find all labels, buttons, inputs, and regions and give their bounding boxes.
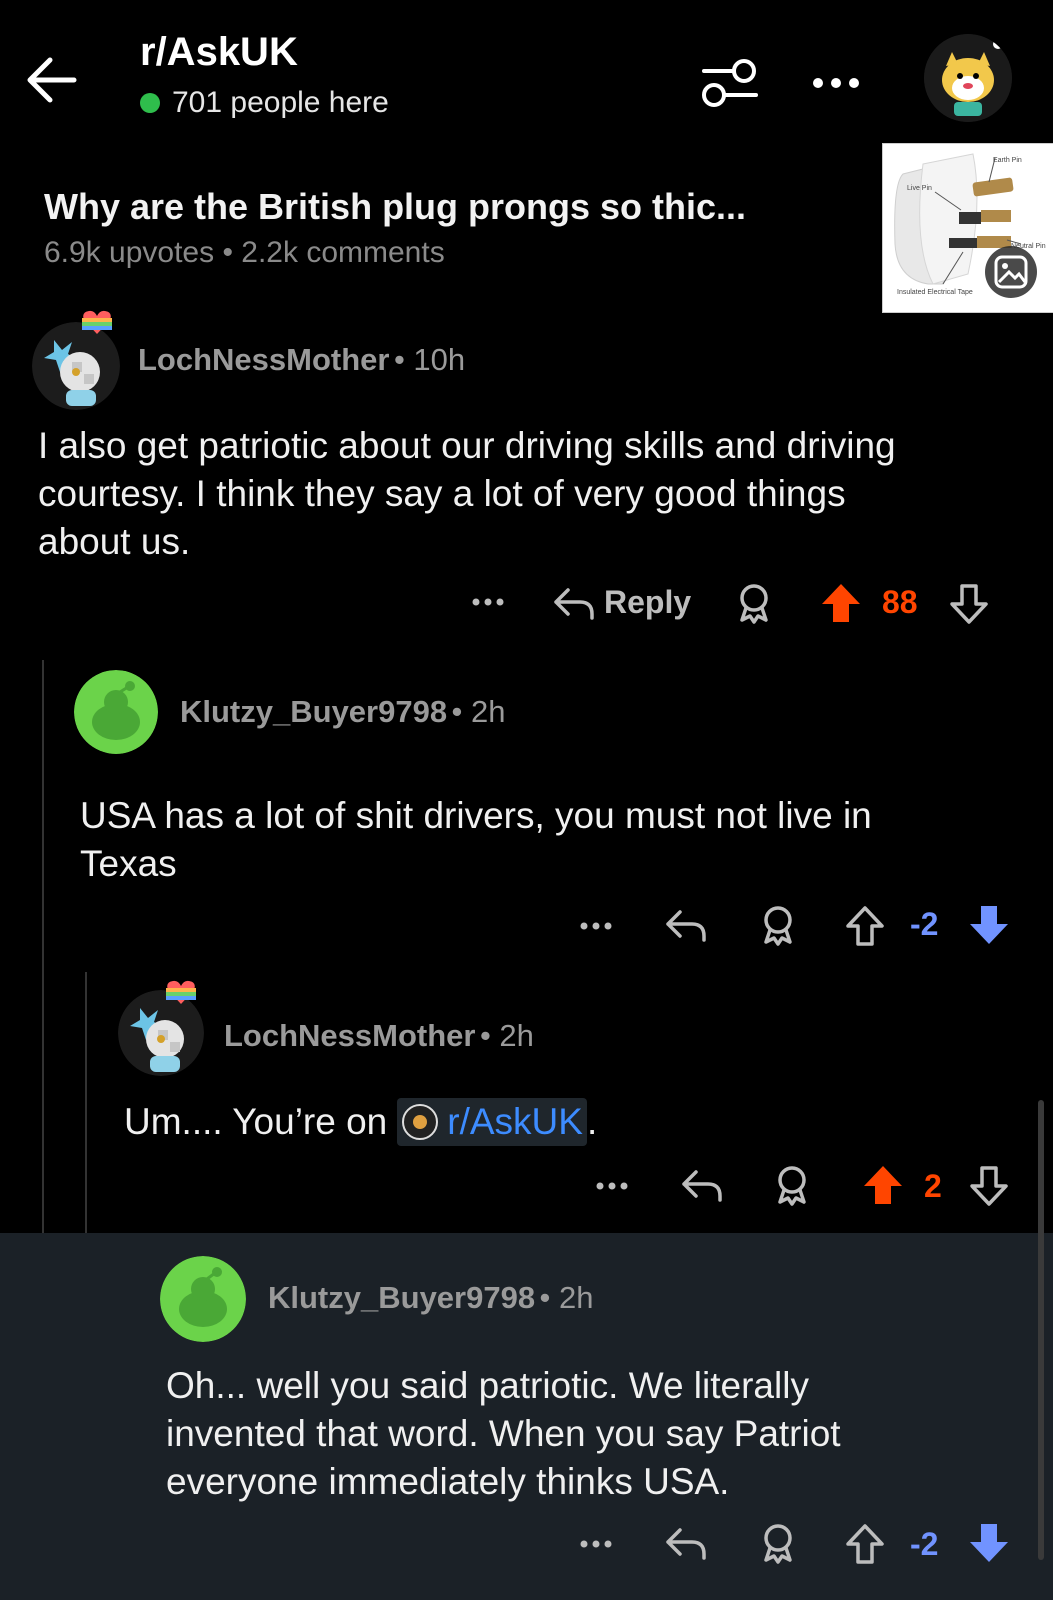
rainbow-heart-icon xyxy=(82,310,112,334)
online-dot xyxy=(140,93,160,113)
comment-line: USA has a lot of shit drivers, you must … xyxy=(80,795,872,836)
comment-header: Klutzy_Buyer9798 • 2h xyxy=(180,694,505,730)
comment-line: I also get patriotic about our driving s… xyxy=(38,425,896,466)
downvote-icon[interactable] xyxy=(948,582,990,624)
vote-score: 88 xyxy=(882,584,918,620)
user-avatar[interactable] xyxy=(924,34,1012,122)
subreddit-link[interactable]: r/AskUK xyxy=(397,1098,587,1146)
post-thumbnail[interactable]: Earth Pin Live Pin Neutral Pin Insulated… xyxy=(882,143,1053,313)
thread-line[interactable] xyxy=(42,660,44,1233)
comment-text-suffix: . xyxy=(586,1101,598,1142)
avatar[interactable] xyxy=(74,670,158,754)
comment-body: Um.... You’re on r/AskUK . xyxy=(124,1098,597,1146)
upvote-icon[interactable] xyxy=(844,904,886,946)
more-icon[interactable] xyxy=(594,1172,630,1200)
image-icon xyxy=(991,252,1031,292)
thread-line[interactable] xyxy=(85,972,87,1233)
comment-text: Um.... You’re on xyxy=(124,1101,388,1142)
subreddit-name[interactable]: r/AskUK xyxy=(140,30,298,75)
comment-header: Klutzy_Buyer9798 • 2h xyxy=(268,1280,593,1316)
reply-icon[interactable] xyxy=(664,1526,708,1562)
timestamp: • 2h xyxy=(451,694,506,729)
avatar[interactable] xyxy=(32,322,120,410)
comment-body: I also get patriotic about our driving s… xyxy=(38,422,896,566)
subreddit-icon xyxy=(401,1103,439,1141)
comment-line: courtesy. I think they say a lot of very… xyxy=(38,473,846,514)
award-icon[interactable] xyxy=(772,1164,812,1206)
username[interactable]: Klutzy_Buyer9798 xyxy=(268,1280,535,1315)
username[interactable]: Klutzy_Buyer9798 xyxy=(180,694,447,729)
downvote-icon[interactable] xyxy=(968,1522,1010,1564)
reply-icon[interactable] xyxy=(552,586,596,622)
scrollbar[interactable] xyxy=(1038,1100,1044,1560)
filter-icon[interactable] xyxy=(700,55,760,113)
comment-line: everyone immediately thinks USA. xyxy=(166,1461,730,1502)
award-icon[interactable] xyxy=(758,904,798,946)
reply-icon[interactable] xyxy=(664,908,708,944)
username[interactable]: LochNessMother xyxy=(224,1018,475,1053)
more-icon[interactable] xyxy=(578,1530,614,1558)
more-icon[interactable] xyxy=(578,912,614,940)
thumb-label-earth: Earth Pin xyxy=(993,157,1022,164)
post-meta: 6.9k upvotes • 2.2k comments xyxy=(44,236,445,269)
upvote-icon[interactable] xyxy=(820,582,862,624)
comment-body: USA has a lot of shit drivers, you must … xyxy=(80,792,872,888)
upvote-icon[interactable] xyxy=(862,1164,904,1206)
reply-button[interactable]: Reply xyxy=(604,584,691,621)
back-arrow-icon[interactable] xyxy=(24,48,84,108)
more-icon[interactable] xyxy=(808,68,868,98)
award-icon[interactable] xyxy=(734,582,774,624)
comment-line: Oh... well you said patriotic. We litera… xyxy=(166,1365,809,1406)
rainbow-heart-icon xyxy=(166,980,196,1004)
subreddit-link-label: r/AskUK xyxy=(447,1101,583,1142)
timestamp: • 2h xyxy=(539,1280,594,1315)
upvote-icon[interactable] xyxy=(844,1522,886,1564)
comment-line: invented that word. When you say Patriot xyxy=(166,1413,841,1454)
avatar[interactable] xyxy=(160,1256,246,1342)
vote-score: -2 xyxy=(910,906,939,942)
more-icon[interactable] xyxy=(470,588,506,616)
reply-icon[interactable] xyxy=(680,1168,724,1204)
downvote-icon[interactable] xyxy=(968,904,1010,946)
post-title[interactable]: Why are the British plug prongs so thic.… xyxy=(44,186,746,228)
downvote-icon[interactable] xyxy=(968,1164,1010,1206)
thumb-label-live: Live Pin xyxy=(907,185,932,192)
comment-header: LochNessMother • 10h xyxy=(138,342,465,378)
timestamp: • 10h xyxy=(393,342,466,377)
online-label: 701 people here xyxy=(172,86,389,119)
thumb-label-tape: Insulated Electrical Tape xyxy=(897,289,973,296)
award-icon[interactable] xyxy=(758,1522,798,1564)
username[interactable]: LochNessMother xyxy=(138,342,389,377)
comment-header: LochNessMother • 2h xyxy=(224,1018,534,1054)
online-count: 701 people here xyxy=(140,86,389,120)
comment-body: Oh... well you said patriotic. We litera… xyxy=(166,1362,841,1506)
vote-score: -2 xyxy=(910,1526,939,1562)
comment-line: about us. xyxy=(38,521,191,562)
vote-score: 2 xyxy=(924,1168,942,1204)
timestamp: • 2h xyxy=(479,1018,534,1053)
comment-line: Texas xyxy=(80,843,177,884)
